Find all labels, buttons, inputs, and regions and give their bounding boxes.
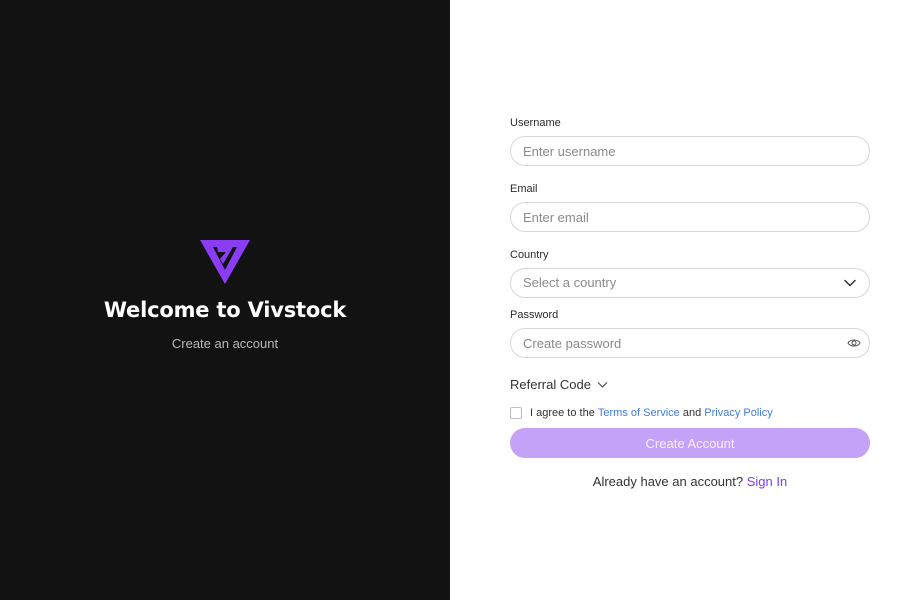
signin-prompt: Already have an account? xyxy=(592,474,744,489)
chevron-down-icon xyxy=(597,381,608,388)
welcome-title: Welcome to Vivstock xyxy=(103,297,347,322)
agree-checkbox[interactable] xyxy=(510,407,522,419)
privacy-policy-link[interactable]: Privacy Policy xyxy=(704,407,772,419)
password-field-wrapper xyxy=(510,328,870,358)
password-input[interactable] xyxy=(523,329,823,357)
brand-panel: Welcome to Vivstock Create an account xyxy=(0,0,450,600)
username-input[interactable] xyxy=(523,137,823,165)
create-account-button[interactable]: Create Account xyxy=(510,428,870,458)
email-field-wrapper xyxy=(510,202,870,232)
password-label: Password xyxy=(510,309,559,321)
eye-icon[interactable] xyxy=(847,337,861,349)
referral-code-label: Referral Code xyxy=(510,377,591,392)
welcome-subtitle: Create an account xyxy=(171,335,279,351)
sign-in-link[interactable]: Sign In xyxy=(747,474,787,489)
email-label: Email xyxy=(510,183,538,195)
country-select[interactable]: Select a country xyxy=(510,268,870,298)
referral-code-toggle[interactable]: Referral Code xyxy=(510,377,870,392)
email-input[interactable] xyxy=(523,203,823,231)
signup-form: Username Email Country Select a country … xyxy=(510,117,870,489)
terms-of-service-link[interactable]: Terms of Service xyxy=(598,407,680,419)
chevron-down-icon xyxy=(844,279,856,287)
terms-agreement: I agree to the Terms of Service and Priv… xyxy=(510,407,870,419)
username-label: Username xyxy=(510,117,561,129)
agree-prefix: I agree to the xyxy=(530,407,595,419)
signin-prompt-row: Already have an account? Sign In xyxy=(510,474,870,489)
signup-panel: Username Email Country Select a country … xyxy=(450,0,900,600)
username-field-wrapper xyxy=(510,136,870,166)
agree-and: and xyxy=(682,407,702,419)
country-label: Country xyxy=(510,249,549,261)
country-select-value: Select a country xyxy=(523,275,617,290)
vivstock-logo-icon xyxy=(200,239,250,284)
